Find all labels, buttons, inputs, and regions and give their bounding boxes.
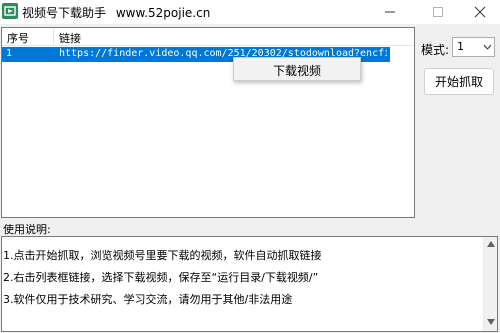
- list-header: 序号 链接: [2, 28, 414, 46]
- chevron-down-icon: [483, 44, 492, 50]
- maximize-button[interactable]: [418, 0, 458, 24]
- column-header-link[interactable]: 链接: [59, 30, 81, 46]
- help-line: 1.点击开始抓取，浏览视频号里要下载的视频，软件自动抓取链接: [3, 249, 322, 262]
- site-url: www.52pojie.cn: [115, 6, 211, 20]
- help-text-area[interactable]: 1.点击开始抓取，浏览视频号里要下载的视频，软件自动抓取链接 2.右击列表框链接…: [1, 236, 498, 332]
- window-title: 视频号下载助手 www.52pojie.cn: [22, 4, 210, 21]
- mode-value: 1: [457, 40, 464, 53]
- vertical-scrollbar[interactable]: [483, 237, 497, 331]
- app-icon: [2, 3, 18, 19]
- help-line: 3.软件仅用于技术研究、学习交流，请勿用于其他/非法用途: [3, 293, 293, 306]
- start-capture-button[interactable]: 开始抓取: [424, 68, 494, 95]
- close-icon: [474, 6, 486, 18]
- column-header-no[interactable]: 序号: [7, 30, 29, 46]
- context-menu: 下载视频: [233, 57, 361, 81]
- minimize-button[interactable]: [370, 0, 410, 24]
- close-button[interactable]: [460, 0, 500, 24]
- minimize-icon: [385, 11, 395, 13]
- link-list[interactable]: 序号 链接 1 https://finder.video.qq.com/251/…: [1, 27, 415, 218]
- mode-label: 模式:: [421, 43, 450, 57]
- scroll-up-icon[interactable]: [487, 241, 495, 247]
- row-no: 1: [6, 48, 13, 59]
- menu-item-download-video[interactable]: 下载视频: [234, 58, 360, 80]
- app-name: 视频号下载助手: [22, 6, 107, 20]
- scroll-down-icon[interactable]: [487, 319, 495, 325]
- help-line: 2.右击列表框链接，选择下载视频，保存至“运行目录/下载视频/”: [3, 271, 319, 284]
- help-title: 使用说明:: [3, 223, 51, 236]
- column-divider[interactable]: [53, 28, 54, 46]
- maximize-icon: [433, 7, 443, 17]
- mode-select[interactable]: 1: [452, 37, 495, 57]
- title-bar: 视频号下载助手 www.52pojie.cn: [0, 0, 500, 24]
